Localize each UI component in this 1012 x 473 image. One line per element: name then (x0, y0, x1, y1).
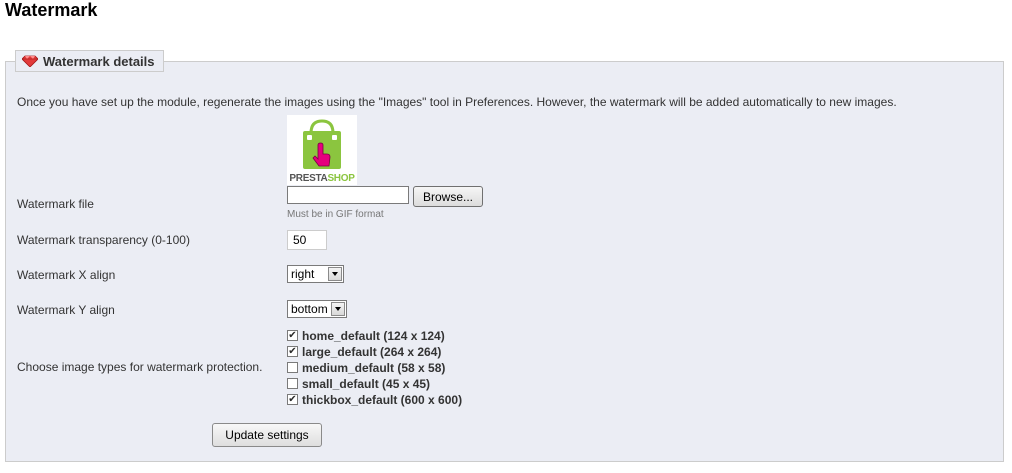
page-title: Watermark (5, 0, 98, 20)
file-format-hint: Must be in GIF format (287, 209, 384, 220)
image-type-item[interactable]: ✔ home_default (124 x 124) (287, 328, 445, 343)
chevron-down-icon (331, 302, 345, 316)
watermark-file-input[interactable] (287, 186, 409, 204)
image-type-label: large_default (264 x 264) (302, 344, 442, 359)
checkbox[interactable]: ✔ (287, 330, 298, 341)
transparency-input[interactable] (287, 230, 327, 250)
watermark-details-panel (5, 61, 1004, 462)
browse-button[interactable]: Browse... (413, 186, 483, 207)
x-align-value: right (291, 267, 315, 281)
image-type-label: thickbox_default (600 x 600) (302, 392, 463, 407)
image-type-label: small_default (45 x 45) (302, 376, 431, 391)
checkbox[interactable]: ✔ (287, 346, 298, 357)
panel-legend: Watermark details (15, 50, 164, 72)
image-types-label: Choose image types for watermark protect… (17, 360, 263, 374)
svg-text:PRESTASHOP: PRESTASHOP (289, 173, 355, 184)
ruby-gem-icon (22, 55, 38, 67)
image-type-item[interactable]: medium_default (58 x 58) (287, 360, 445, 375)
image-type-label: home_default (124 x 124) (302, 328, 445, 343)
chevron-down-icon (328, 267, 342, 281)
intro-text: Once you have set up the module, regener… (17, 95, 897, 109)
image-type-item[interactable]: small_default (45 x 45) (287, 376, 430, 391)
update-settings-button[interactable]: Update settings (212, 423, 322, 447)
checkbox[interactable]: ✔ (287, 394, 298, 405)
y-align-select[interactable]: bottom (287, 300, 347, 318)
image-type-label: medium_default (58 x 58) (302, 360, 446, 375)
checkbox[interactable] (287, 378, 298, 389)
y-align-label: Watermark Y align (17, 303, 115, 317)
image-type-item[interactable]: ✔ large_default (264 x 264) (287, 344, 441, 359)
watermark-file-label: Watermark file (17, 197, 94, 211)
x-align-label: Watermark X align (17, 268, 116, 282)
y-align-value: bottom (291, 302, 328, 316)
x-align-select[interactable]: right (287, 265, 344, 283)
transparency-label: Watermark transparency (0-100) (17, 233, 190, 247)
image-type-item[interactable]: ✔ thickbox_default (600 x 600) (287, 392, 462, 407)
panel-legend-label: Watermark details (43, 53, 155, 69)
prestashop-logo: PRESTASHOP (287, 115, 357, 185)
checkbox[interactable] (287, 362, 298, 373)
